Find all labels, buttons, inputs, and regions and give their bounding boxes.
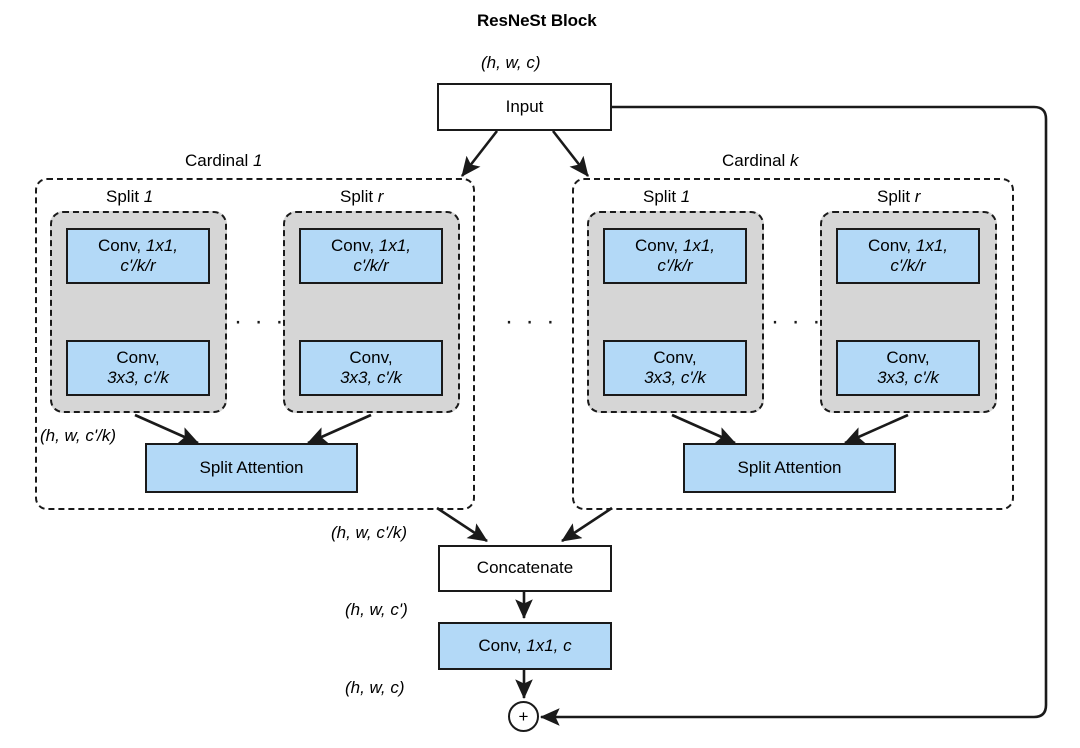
conv-label-kernel: 1x1,: [682, 235, 715, 255]
cardinal-1-split-1-conv1x1-box[interactable]: Conv, 1x1, c'/k/r: [66, 228, 210, 284]
conv-label: Conv, 3x3, c'/k: [340, 348, 402, 388]
cardinal-1-split-r-conv3x3-box[interactable]: Conv, 3x3, c'/k: [299, 340, 443, 396]
final-conv-box[interactable]: Conv, 1x1, c: [438, 622, 612, 670]
cardinal-k-split-1-conv1x1-box[interactable]: Conv, 1x1, c'/k/r: [603, 228, 747, 284]
cardinal-k-label-prefix: Cardinal: [722, 151, 791, 170]
cardinal-1-split-1-conv3x3-box[interactable]: Conv, 3x3, c'/k: [66, 340, 210, 396]
split-label-prefix: Split: [106, 187, 144, 206]
conv-label: Conv, 1x1, c'/k/r: [635, 236, 715, 276]
conv-label-kernel: 1x1,: [378, 235, 411, 255]
cardinals-ellipsis: · · ·: [505, 308, 558, 335]
cardinal-k-label-index: k: [790, 151, 799, 170]
conv-label-channels: c'/k/r: [657, 256, 693, 275]
cardinal-k-split-r-label: Split r: [877, 188, 920, 205]
conv-label-channels: c'/k/r: [890, 256, 926, 275]
shape-label-final: (h, w, c): [345, 678, 405, 697]
cardinal-k-split-r-conv3x3-box[interactable]: Conv, 3x3, c'/k: [836, 340, 980, 396]
cardinal-1-split-r-label: Split r: [340, 188, 383, 205]
plus-icon: +: [518, 706, 529, 726]
cardinal-1-label-prefix: Cardinal: [185, 151, 254, 170]
conv-label: Conv, 1x1, c'/k/r: [98, 236, 178, 276]
conv-label-prefix: Conv,: [478, 635, 527, 655]
conv-label-kernel-channels: 3x3, c'/k: [644, 368, 706, 387]
conv-label-kernel-channels: 1x1, c: [526, 635, 572, 655]
cardinal-k-splits-ellipsis: · · ·: [771, 308, 824, 335]
conv-label-kernel: 1x1,: [145, 235, 178, 255]
cardinal-k-split-1-label: Split 1: [643, 188, 690, 205]
cardinal-1-split-attention-box[interactable]: Split Attention: [145, 443, 358, 493]
cardinal-1-label-index: 1: [253, 151, 263, 170]
diagram-title: ResNeSt Block: [477, 11, 597, 30]
cardinal-k-label: Cardinal k: [722, 152, 799, 169]
cardinal-k-split-1-conv3x3-box[interactable]: Conv, 3x3, c'/k: [603, 340, 747, 396]
conv-label-kernel-channels: 3x3, c'/k: [877, 368, 939, 387]
cardinal-k-split-attention-box[interactable]: Split Attention: [683, 443, 896, 493]
conv-label: Conv, 3x3, c'/k: [644, 348, 706, 388]
split-label-index: r: [914, 187, 921, 206]
split-label-prefix: Split: [643, 187, 681, 206]
cardinal-1-split-r-conv1x1-box[interactable]: Conv, 1x1, c'/k/r: [299, 228, 443, 284]
conv-label-prefix: Conv,: [349, 347, 393, 367]
conv-label-prefix: Conv,: [330, 235, 379, 255]
split-label-prefix: Split: [340, 187, 378, 206]
conv-label-kernel-channels: 3x3, c'/k: [340, 368, 402, 387]
split-label-index: 1: [680, 187, 691, 206]
conv-label-channels: c'/k/r: [120, 256, 156, 275]
residual-add-node[interactable]: +: [508, 701, 539, 732]
conv-label-prefix: Conv,: [653, 347, 697, 367]
conv-label-prefix: Conv,: [867, 235, 916, 255]
conv-label-prefix: Conv,: [116, 347, 160, 367]
conv-label: Conv, 3x3, c'/k: [877, 348, 939, 388]
cardinal-1-split-1-label: Split 1: [106, 188, 153, 205]
conv-label: Conv, 1x1, c: [478, 636, 571, 656]
cardinal-1-shape-label: (h, w, c'/k): [40, 426, 116, 445]
cardinal-1-label: Cardinal 1: [185, 152, 263, 169]
shape-label-input: (h, w, c): [481, 53, 541, 72]
concatenate-box[interactable]: Concatenate: [438, 545, 612, 592]
shape-label-concat-in: (h, w, c'/k): [331, 523, 407, 542]
split-attention-label: Split Attention: [199, 457, 304, 477]
conv-label-prefix: Conv,: [634, 235, 683, 255]
conv-label-prefix: Conv,: [886, 347, 930, 367]
conv-label: Conv, 3x3, c'/k: [107, 348, 169, 388]
split-label-prefix: Split: [877, 187, 915, 206]
conv-label-kernel: 1x1,: [915, 235, 948, 255]
split-attention-label: Split Attention: [737, 457, 842, 477]
cardinal-1-splits-ellipsis: · · ·: [234, 308, 287, 335]
conv-label-kernel-channels: 3x3, c'/k: [107, 368, 169, 387]
conv-label: Conv, 1x1, c'/k/r: [331, 236, 411, 276]
input-box-label: Input: [505, 96, 544, 116]
concatenate-label: Concatenate: [476, 558, 574, 578]
cardinal-k-split-r-conv1x1-box[interactable]: Conv, 1x1, c'/k/r: [836, 228, 980, 284]
diagram-canvas: ResNeSt Block (h, w, c) Input Cardinal 1…: [0, 0, 1080, 748]
input-box[interactable]: Input: [437, 83, 612, 131]
conv-label-channels: c'/k/r: [353, 256, 389, 275]
split-label-index: r: [377, 187, 384, 206]
conv-label-prefix: Conv,: [97, 235, 146, 255]
conv-label: Conv, 1x1, c'/k/r: [868, 236, 948, 276]
split-label-index: 1: [143, 187, 154, 206]
shape-label-concat-out: (h, w, c'): [345, 600, 408, 619]
